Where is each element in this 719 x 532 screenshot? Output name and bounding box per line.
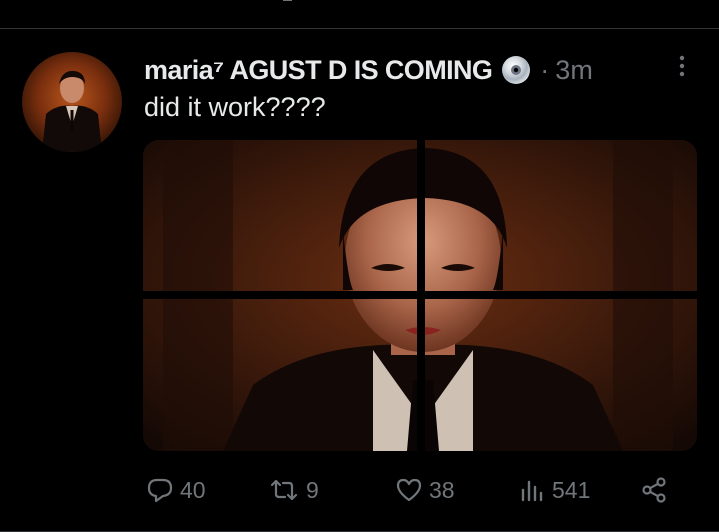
display-name[interactable]: maria⁷ AGUST D IS COMING [144,55,493,86]
retweet-count: 9 [306,476,319,503]
more-options-icon[interactable] [672,53,692,79]
view-count: 541 [552,476,591,503]
timestamp[interactable]: 3m [555,55,593,86]
like-button[interactable]: 38 [395,474,455,506]
tweet-actions: 40 9 38 541 [0,470,719,510]
share-button[interactable] [640,474,674,506]
divider [0,28,719,29]
previous-tweet-actions [0,0,719,14]
retweet-icon[interactable] [282,0,302,6]
heart-icon [396,478,422,502]
retweet-icon [270,479,298,501]
reply-icon [147,478,173,503]
separator-dot: · [540,54,550,85]
views-icon [521,480,543,502]
tweet-header: maria⁷ AGUST D IS COMING · 3m [144,52,593,88]
tweet-text: did it work???? [144,92,326,122]
reply-button[interactable]: 40 [146,474,206,506]
reply-icon[interactable] [150,0,170,6]
views-button[interactable]: 541 [518,474,590,506]
share-icon [642,477,666,503]
tweet-media[interactable] [143,140,697,451]
disc-icon [502,56,531,84]
like-count: 38 [429,476,455,503]
retweet-button[interactable]: 9 [268,474,319,506]
views-icon[interactable] [522,0,542,6]
avatar[interactable] [22,52,122,152]
share-icon[interactable] [652,0,672,6]
reply-count: 40 [180,476,206,503]
like-icon[interactable] [404,0,424,6]
